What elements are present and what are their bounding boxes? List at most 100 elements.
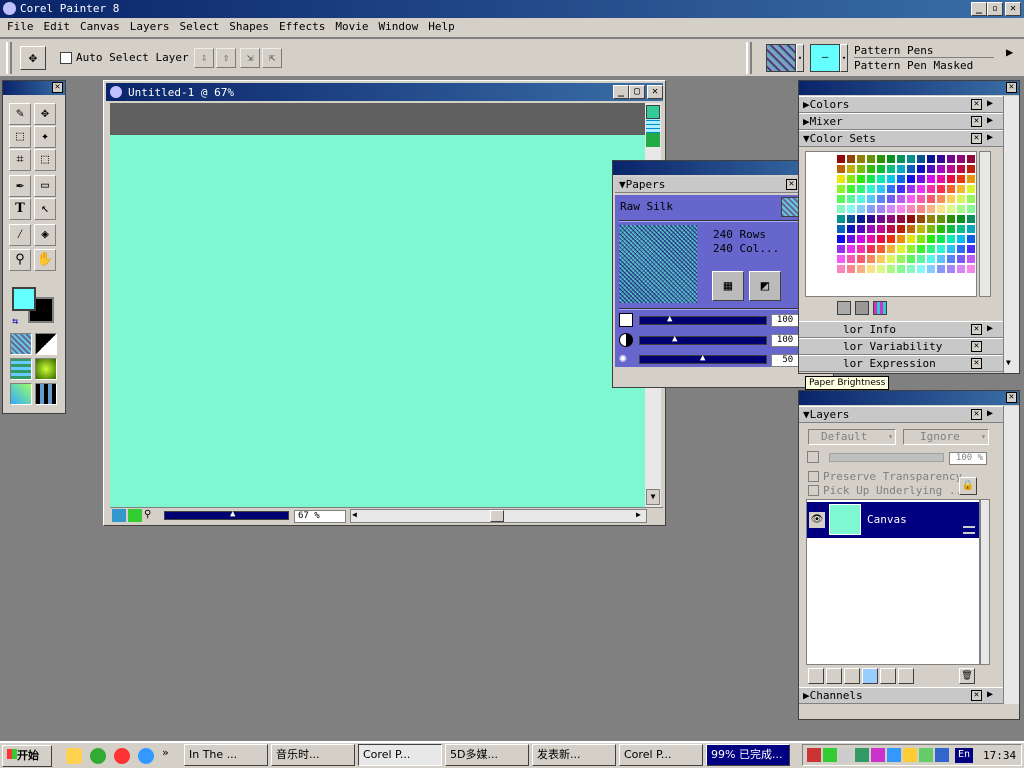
color-info-icon[interactable] bbox=[128, 509, 142, 522]
lock-layer-icon[interactable]: 🔒 bbox=[959, 477, 977, 495]
color-swatch[interactable] bbox=[846, 194, 856, 204]
color-swatch[interactable] bbox=[876, 164, 886, 174]
brush-category-icon[interactable] bbox=[766, 44, 796, 72]
tracing-paper-icon[interactable] bbox=[646, 105, 660, 119]
color-swatch[interactable] bbox=[876, 254, 886, 264]
language-indicator[interactable]: En bbox=[955, 748, 973, 763]
color-swatch[interactable] bbox=[836, 224, 846, 234]
color-swatch[interactable] bbox=[906, 174, 916, 184]
quick-launch-browser-icon[interactable] bbox=[138, 748, 154, 764]
magnifier-small-icon[interactable]: ⚲ bbox=[144, 509, 158, 522]
color-swatch[interactable] bbox=[936, 184, 946, 194]
color-swatch[interactable] bbox=[906, 184, 916, 194]
tray-icon-6[interactable] bbox=[903, 748, 917, 762]
color-swatch[interactable] bbox=[836, 164, 846, 174]
color-swatch[interactable] bbox=[836, 244, 846, 254]
color-swatch[interactable] bbox=[946, 174, 956, 184]
color-swatch[interactable] bbox=[846, 164, 856, 174]
color-swatch[interactable] bbox=[946, 214, 956, 224]
color-sets-menu-arrow-icon[interactable]: ▶ bbox=[987, 132, 993, 143]
grid-icon[interactable] bbox=[646, 119, 660, 133]
color-swatch[interactable] bbox=[946, 164, 956, 174]
color-swatch[interactable] bbox=[856, 214, 866, 224]
color-swatch[interactable] bbox=[856, 174, 866, 184]
clock[interactable]: 17:34 bbox=[983, 749, 1016, 762]
scroll-right-icon[interactable]: ▶ bbox=[636, 510, 641, 519]
close-button[interactable]: ✕ bbox=[1005, 2, 1021, 16]
color-swatch[interactable] bbox=[926, 214, 936, 224]
color-swatch[interactable] bbox=[886, 254, 896, 264]
restore-icon[interactable]: ⇱ bbox=[262, 48, 282, 68]
color-swatch[interactable] bbox=[876, 204, 886, 214]
layer-commands-icon[interactable] bbox=[808, 668, 824, 684]
color-swatch[interactable] bbox=[926, 204, 936, 214]
color-swatch[interactable] bbox=[856, 164, 866, 174]
color-swatch[interactable] bbox=[856, 234, 866, 244]
tray-icon-3[interactable] bbox=[855, 748, 869, 762]
color-swatch[interactable] bbox=[946, 254, 956, 264]
color-swatch[interactable] bbox=[846, 254, 856, 264]
color-swatch[interactable] bbox=[846, 234, 856, 244]
collapse-icon[interactable]: ▼ bbox=[803, 408, 810, 421]
auto-select-checkbox[interactable] bbox=[60, 52, 72, 64]
color-swatch[interactable] bbox=[856, 194, 866, 204]
menu-help[interactable]: Help bbox=[423, 18, 460, 36]
color-swatch[interactable] bbox=[856, 204, 866, 214]
color-swatch[interactable] bbox=[956, 154, 966, 164]
color-swatch[interactable] bbox=[896, 194, 906, 204]
color-swatch[interactable] bbox=[916, 214, 926, 224]
tray-icon-4[interactable] bbox=[871, 748, 885, 762]
color-swatch[interactable] bbox=[966, 234, 976, 244]
color-swatch[interactable] bbox=[956, 264, 966, 274]
opacity-slider[interactable] bbox=[829, 453, 944, 462]
color-swatch[interactable] bbox=[926, 234, 936, 244]
expand-icon[interactable]: ▶ bbox=[803, 115, 810, 128]
papers-section-close-icon[interactable]: ✕ bbox=[786, 179, 797, 190]
layer-effects-icon[interactable] bbox=[898, 668, 914, 684]
color-swatch[interactable] bbox=[836, 154, 846, 164]
layers-close-icon[interactable]: ✕ bbox=[971, 409, 982, 420]
nozzle-selector-icon[interactable] bbox=[10, 383, 32, 405]
color-palette-scroll-down-icon[interactable]: ▼ bbox=[1006, 358, 1011, 367]
task-download-progress[interactable]: 99% 已完成... bbox=[706, 744, 790, 766]
magic-wand-icon[interactable]: ✦ bbox=[34, 126, 56, 148]
look-selector-icon[interactable] bbox=[35, 383, 57, 405]
menu-effects[interactable]: Effects bbox=[274, 18, 330, 36]
composite-method-dropdown[interactable]: Default ▾ bbox=[808, 429, 896, 445]
color-swatch[interactable] bbox=[926, 164, 936, 174]
tray-icon-1[interactable] bbox=[807, 748, 821, 762]
color-swatch[interactable] bbox=[936, 174, 946, 184]
dropdown-arrow-icon[interactable]: ▾ bbox=[888, 430, 893, 444]
color-swatch[interactable] bbox=[866, 174, 876, 184]
color-swatch[interactable] bbox=[906, 164, 916, 174]
preserve-transparency-checkbox[interactable] bbox=[808, 471, 819, 482]
color-swatch[interactable] bbox=[886, 214, 896, 224]
drop-layer-icon[interactable]: ⇩ bbox=[194, 48, 214, 68]
color-info-menu-arrow-icon[interactable]: ▶ bbox=[987, 323, 993, 334]
brush-arrow-icon[interactable]: ▶ bbox=[1006, 45, 1013, 59]
crop-tool-icon[interactable]: ⌗ bbox=[9, 149, 31, 171]
color-swatch[interactable] bbox=[946, 204, 956, 214]
paper-selector-icon[interactable] bbox=[10, 333, 32, 355]
color-swatch[interactable] bbox=[906, 204, 916, 214]
brush-category-label[interactable]: Pattern Pens bbox=[854, 44, 994, 58]
color-swatch[interactable] bbox=[896, 164, 906, 174]
color-swatch[interactable] bbox=[946, 154, 956, 164]
scroll-thumb[interactable] bbox=[490, 510, 504, 522]
color-swatch[interactable] bbox=[936, 254, 946, 264]
color-swatch[interactable] bbox=[956, 174, 966, 184]
menu-shapes[interactable]: Shapes bbox=[224, 18, 274, 36]
color-swatch[interactable] bbox=[836, 214, 846, 224]
color-swatch[interactable] bbox=[896, 184, 906, 194]
new-layer-icon[interactable] bbox=[844, 668, 860, 684]
drop-all-icon[interactable]: ⇲ bbox=[240, 48, 260, 68]
color-swatch[interactable] bbox=[886, 224, 896, 234]
color-swatch[interactable] bbox=[876, 224, 886, 234]
color-swatch[interactable] bbox=[886, 184, 896, 194]
color-swatch[interactable] bbox=[866, 154, 876, 164]
color-swatch[interactable] bbox=[846, 184, 856, 194]
task-5d-multimedia[interactable]: 5D多媒... bbox=[445, 744, 529, 766]
color-swatch[interactable] bbox=[966, 214, 976, 224]
color-swatch[interactable] bbox=[966, 254, 976, 264]
color-swatch[interactable] bbox=[876, 154, 886, 164]
